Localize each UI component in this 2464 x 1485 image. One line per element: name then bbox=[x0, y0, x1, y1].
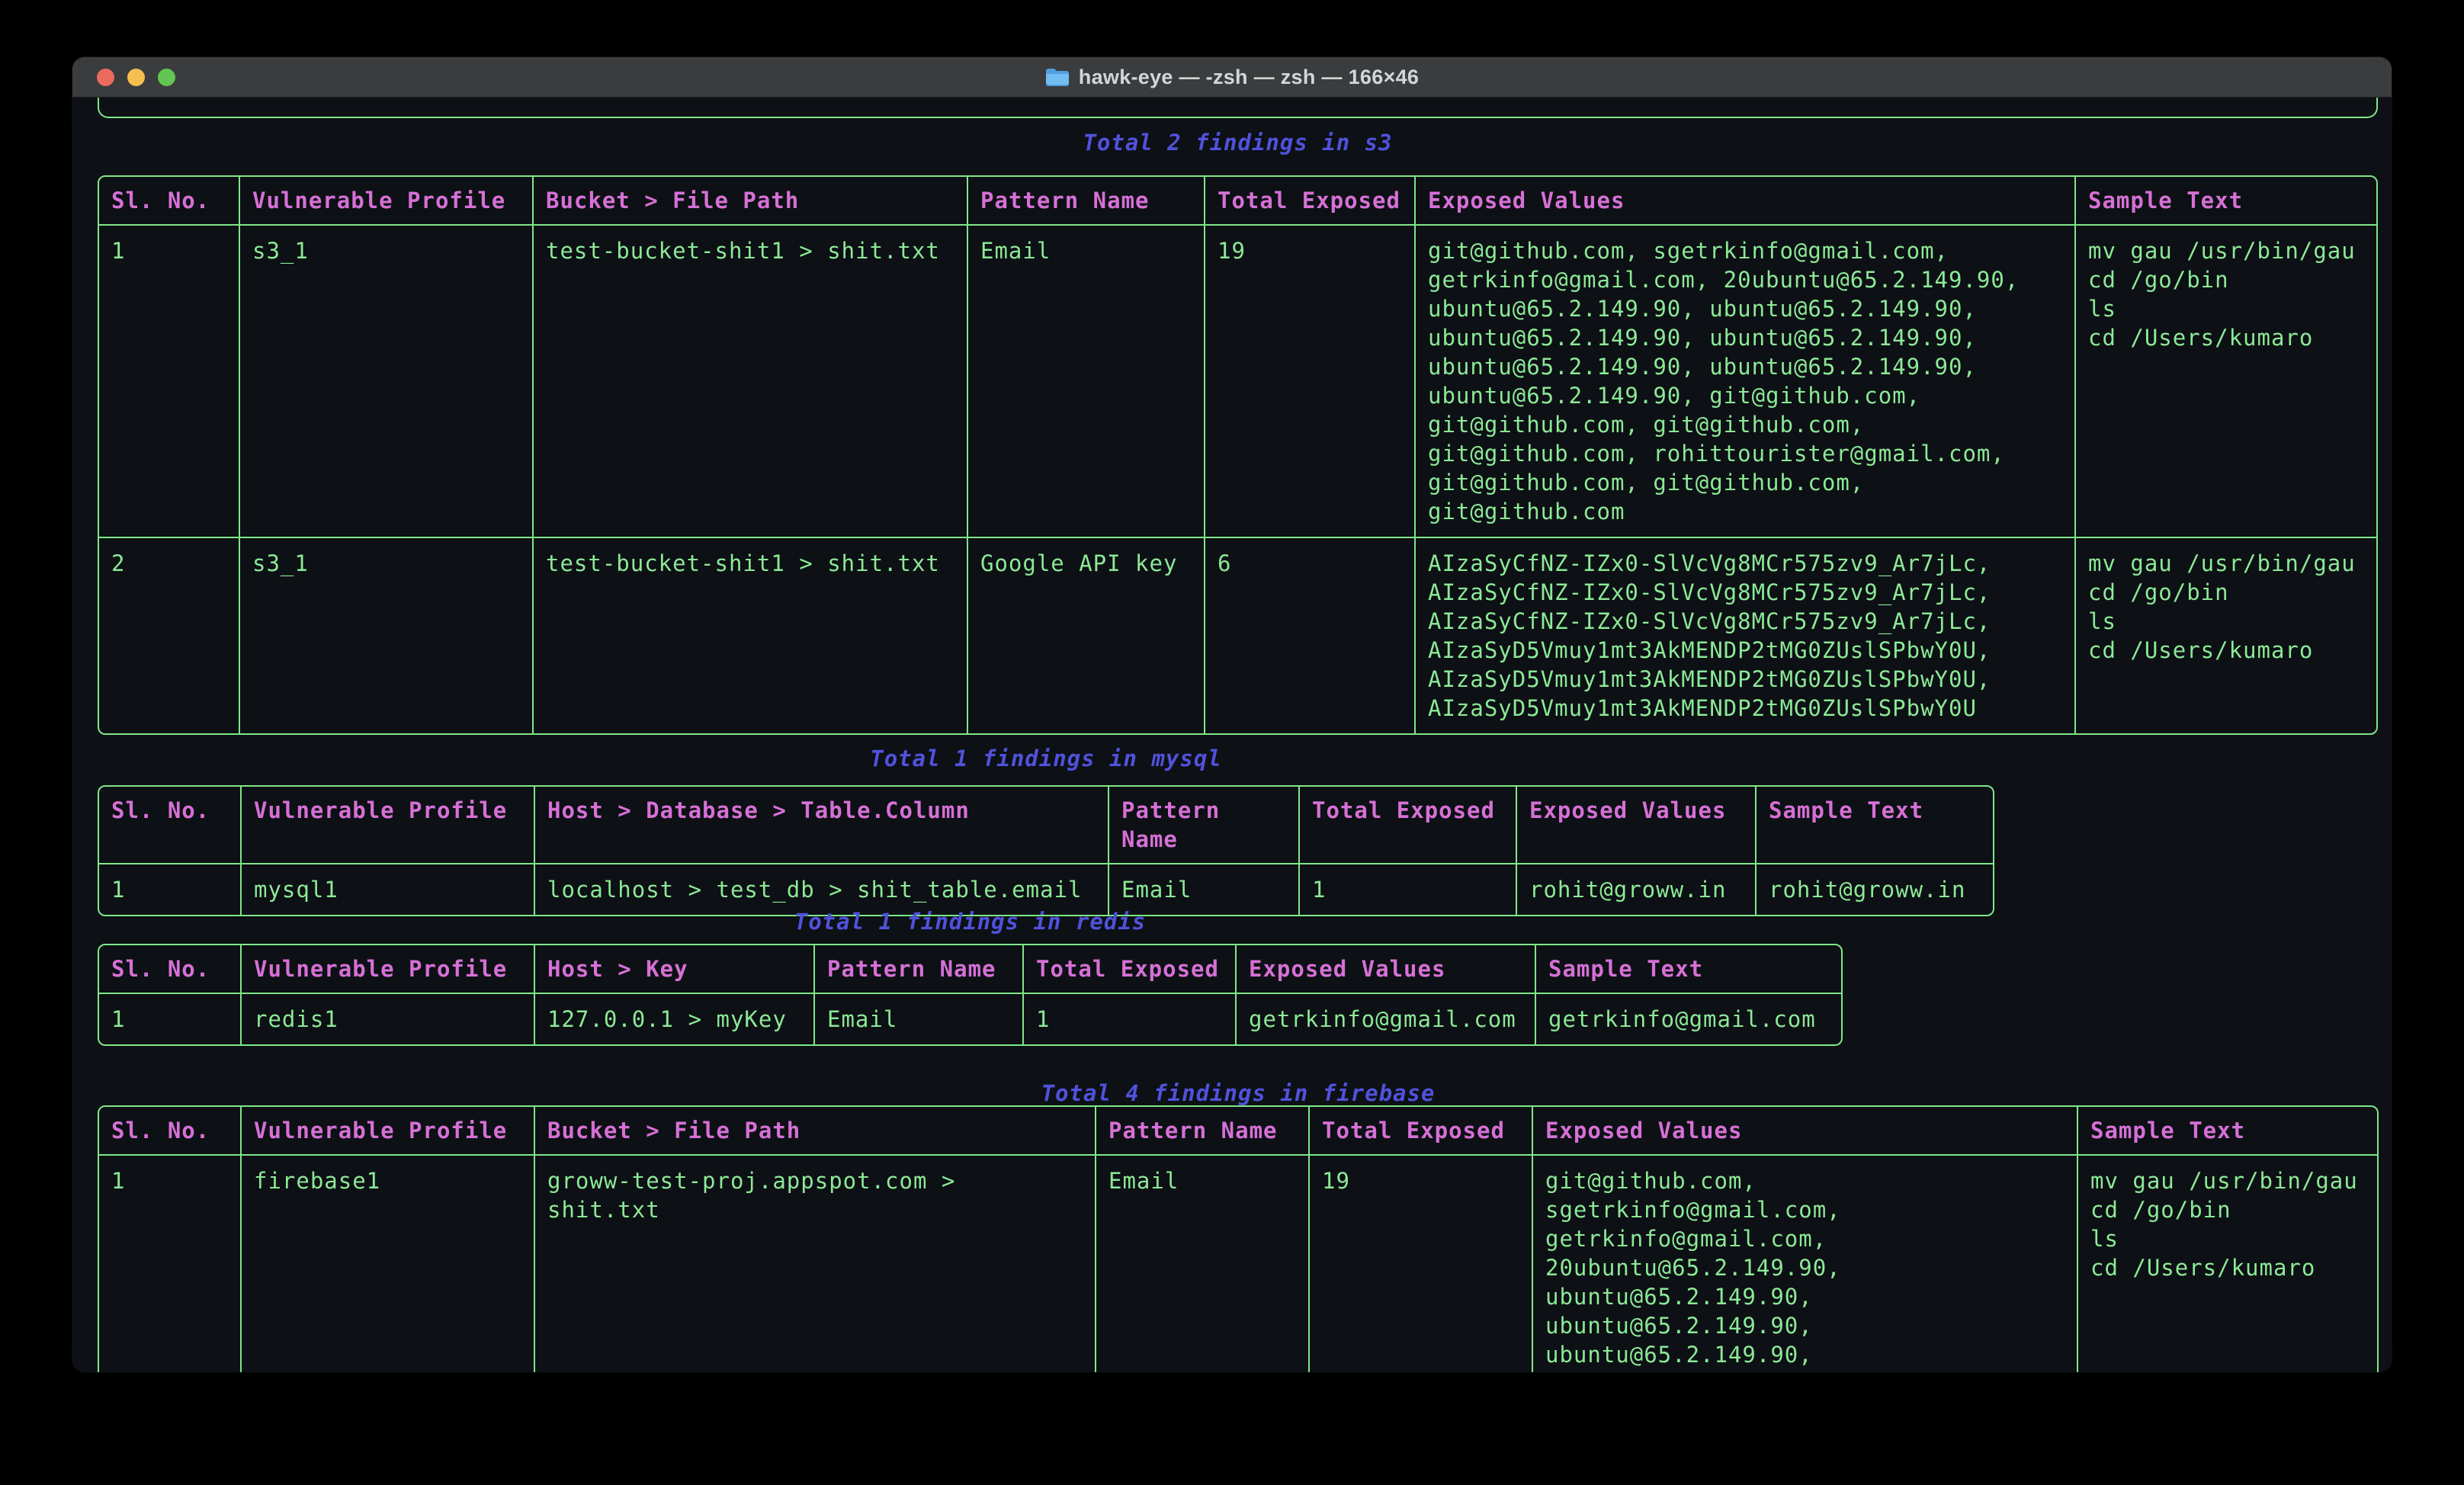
column-header: Sl. No. bbox=[99, 945, 242, 993]
table-header-row: Sl. No.Vulnerable ProfileBucket > File P… bbox=[99, 1107, 2377, 1156]
traffic-lights bbox=[97, 69, 175, 86]
table-header-row: Sl. No.Vulnerable ProfileHost > Database… bbox=[99, 787, 1993, 864]
table-cell: getrkinfo@gmail.com bbox=[1237, 994, 1536, 1044]
table-cell: test-bucket-shit1 > shit.txt bbox=[534, 226, 968, 537]
column-header: Pattern Name bbox=[1096, 1107, 1310, 1154]
findings-table-mysql: Sl. No.Vulnerable ProfileHost > Database… bbox=[98, 785, 1994, 916]
desktop-background: hawk-eye — -zsh — zsh — 166×46 Total 2 f… bbox=[0, 0, 2464, 1485]
column-header: Total Exposed bbox=[1300, 787, 1517, 863]
table-row: 1firebase1groww-test-proj.appspot.com >s… bbox=[99, 1156, 2377, 1372]
column-header: Exposed Values bbox=[1416, 177, 2076, 224]
table-cell: Email bbox=[815, 994, 1024, 1044]
column-header: Vulnerable Profile bbox=[242, 1107, 535, 1154]
column-header: Vulnerable Profile bbox=[240, 177, 534, 224]
column-header: Total Exposed bbox=[1205, 177, 1416, 224]
column-header: Sample Text bbox=[1757, 787, 1993, 863]
table-cell: firebase1 bbox=[242, 1156, 535, 1372]
section-title-redis: Total 1 findings in redis bbox=[98, 907, 1843, 936]
table-cell: Email bbox=[1096, 1156, 1310, 1372]
column-header: Host > Database > Table.Column bbox=[535, 787, 1109, 863]
table-cell: git@github.com,sgetrkinfo@gmail.com,getr… bbox=[1533, 1156, 2078, 1372]
terminal-content: Total 2 findings in s3Sl. No.Vulnerable … bbox=[72, 98, 2392, 1372]
table-cell: mv gau /usr/bin/gaucd /go/binlscd /Users… bbox=[2078, 1156, 2377, 1372]
zoom-button[interactable] bbox=[158, 69, 175, 86]
column-header: Vulnerable Profile bbox=[242, 945, 535, 993]
table-cell: groww-test-proj.appspot.com >shit.txt bbox=[535, 1156, 1096, 1372]
table-row: 1redis1127.0.0.1 > myKeyEmail1getrkinfo@… bbox=[99, 994, 1841, 1044]
table-header-row: Sl. No.Vulnerable ProfileBucket > File P… bbox=[99, 177, 2376, 226]
table-cell: git@github.com, sgetrkinfo@gmail.com,get… bbox=[1416, 226, 2076, 537]
titlebar[interactable]: hawk-eye — -zsh — zsh — 166×46 bbox=[72, 57, 2392, 98]
minimize-button[interactable] bbox=[127, 69, 145, 86]
column-header: Exposed Values bbox=[1237, 945, 1536, 993]
column-header: Sample Text bbox=[1536, 945, 1841, 993]
table-header-row: Sl. No.Vulnerable ProfileHost > KeyPatte… bbox=[99, 945, 1841, 994]
window-title-group: hawk-eye — -zsh — zsh — 166×46 bbox=[1045, 66, 1419, 89]
table-cell: AIzaSyCfNZ-IZx0-SlVcVg8MCr575zv9_Ar7jLc,… bbox=[1416, 538, 2076, 733]
table-cell: 19 bbox=[1205, 226, 1416, 537]
window-title: hawk-eye — -zsh — zsh — 166×46 bbox=[1079, 66, 1419, 89]
column-header: Host > Key bbox=[535, 945, 815, 993]
table-cell: 1 bbox=[99, 1156, 242, 1372]
terminal-window: hawk-eye — -zsh — zsh — 166×46 Total 2 f… bbox=[72, 57, 2392, 1372]
table-cell: Google API key bbox=[968, 538, 1205, 733]
table-cell: test-bucket-shit1 > shit.txt bbox=[534, 538, 968, 733]
table-cell: 1 bbox=[99, 226, 240, 537]
table-cell: 1 bbox=[99, 994, 242, 1044]
table-cell: 127.0.0.1 > myKey bbox=[535, 994, 815, 1044]
folder-icon bbox=[1045, 67, 1070, 87]
table-cell: s3_1 bbox=[240, 226, 534, 537]
table-row: 2s3_1test-bucket-shit1 > shit.txtGoogle … bbox=[99, 538, 2376, 733]
section-title-mysql: Total 1 findings in mysql bbox=[98, 744, 1994, 773]
section-title-s3: Total 2 findings in s3 bbox=[98, 128, 2378, 157]
close-button[interactable] bbox=[97, 69, 114, 86]
table-cell: mv gau /usr/bin/gaucd /go/binlscd /Users… bbox=[2076, 538, 2376, 733]
findings-table-redis: Sl. No.Vulnerable ProfileHost > KeyPatte… bbox=[98, 944, 1843, 1046]
column-header: Exposed Values bbox=[1533, 1107, 2078, 1154]
table-cell: 2 bbox=[99, 538, 240, 733]
column-header: Total Exposed bbox=[1024, 945, 1237, 993]
column-header: Vulnerable Profile bbox=[242, 787, 535, 863]
findings-table-firebase: Sl. No.Vulnerable ProfileBucket > File P… bbox=[98, 1105, 2379, 1372]
column-header: Pattern Name bbox=[968, 177, 1205, 224]
table-cell: 19 bbox=[1310, 1156, 1533, 1372]
column-header: Exposed Values bbox=[1517, 787, 1757, 863]
column-header: Sample Text bbox=[2078, 1107, 2377, 1154]
table-cell: Email bbox=[968, 226, 1205, 537]
column-header: Total Exposed bbox=[1310, 1107, 1533, 1154]
section-title-firebase: Total 4 findings in firebase bbox=[98, 1079, 2379, 1108]
column-header: Pattern Name bbox=[1109, 787, 1300, 863]
previous-table-bottom-border bbox=[98, 98, 2378, 118]
column-header: Pattern Name bbox=[815, 945, 1024, 993]
column-header: Sl. No. bbox=[99, 787, 242, 863]
table-cell: 1 bbox=[1024, 994, 1237, 1044]
table-cell: s3_1 bbox=[240, 538, 534, 733]
column-header: Sl. No. bbox=[99, 177, 240, 224]
findings-table-s3: Sl. No.Vulnerable ProfileBucket > File P… bbox=[98, 175, 2378, 735]
table-row: 1s3_1test-bucket-shit1 > shit.txtEmail19… bbox=[99, 226, 2376, 538]
table-cell: mv gau /usr/bin/gaucd /go/binlscd /Users… bbox=[2076, 226, 2376, 537]
table-cell: 6 bbox=[1205, 538, 1416, 733]
column-header: Bucket > File Path bbox=[535, 1107, 1096, 1154]
table-cell: getrkinfo@gmail.com bbox=[1536, 994, 1841, 1044]
column-header: Sample Text bbox=[2076, 177, 2376, 224]
column-header: Sl. No. bbox=[99, 1107, 242, 1154]
table-cell: redis1 bbox=[242, 994, 535, 1044]
column-header: Bucket > File Path bbox=[534, 177, 968, 224]
